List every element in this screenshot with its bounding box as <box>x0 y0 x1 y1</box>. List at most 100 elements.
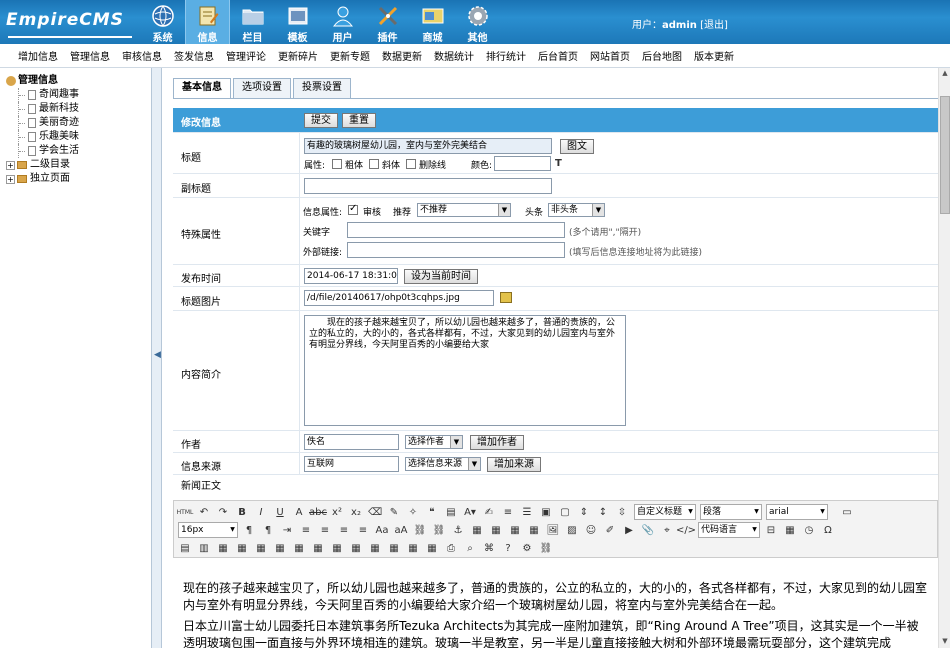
highlight-icon[interactable]: ✍ <box>482 505 496 519</box>
fullscreen-icon[interactable]: ▭ <box>840 505 854 519</box>
link-input[interactable] <box>347 242 565 258</box>
align-justify-icon[interactable]: ≡ <box>356 523 370 537</box>
attachment-icon[interactable]: 📎 <box>641 523 655 537</box>
font-color-icon[interactable]: A▾ <box>463 505 477 519</box>
keyword-input[interactable] <box>347 222 565 238</box>
split-cells-icon[interactable]: ▦ <box>387 541 401 555</box>
align-right-icon[interactable]: ≡ <box>337 523 351 537</box>
uppercase-icon[interactable]: Aa <box>375 523 389 537</box>
quote-icon[interactable]: ❝ <box>425 505 439 519</box>
merge-cells-icon[interactable]: ▦ <box>330 541 344 555</box>
editor-content[interactable]: 现在的孩子越来越宝贝了，所以幼儿园也越来越多了，普通的贵族的，公立的私立的，大的… <box>173 560 938 648</box>
merge-down-icon[interactable]: ▦ <box>368 541 382 555</box>
collapse-arrow-icon[interactable]: ◀ <box>154 350 161 360</box>
source-input[interactable]: 互联网 <box>304 456 399 472</box>
code-icon[interactable]: </> <box>676 523 696 537</box>
tree-folder[interactable]: + 独立页面 <box>6 172 151 186</box>
publish-time-input[interactable]: 2014-06-17 18:31:04 <box>304 268 398 284</box>
color-picker-icon[interactable]: T <box>555 158 567 170</box>
link-preview-icon[interactable]: ⛓ <box>539 541 553 555</box>
delete-row-icon[interactable]: ▦ <box>273 541 287 555</box>
nav-template[interactable]: 模板 <box>275 0 320 44</box>
headline-select[interactable]: 非头条 ▼ <box>548 203 605 217</box>
underline-icon[interactable]: U <box>273 505 287 519</box>
bold-icon[interactable]: B <box>235 505 249 519</box>
unlink-icon[interactable]: ⛓ <box>432 523 446 537</box>
auto-format-icon[interactable]: ✧ <box>406 505 420 519</box>
multi-image-icon[interactable]: ▨ <box>565 523 579 537</box>
tree-item[interactable]: 奇闻趣事 <box>6 88 151 102</box>
insert-table-icon[interactable]: ▦ <box>216 541 230 555</box>
ltr-icon[interactable]: ¶ <box>242 523 256 537</box>
insert-col-icon[interactable]: ▦ <box>292 541 306 555</box>
custom-title-select[interactable]: 自定义标题 ▼ <box>634 504 696 520</box>
expand-icon[interactable]: + <box>6 174 15 184</box>
subnav-data-stats[interactable]: 数据统计 <box>434 48 474 63</box>
title-pic-button[interactable]: 图文 <box>560 139 594 154</box>
subnav-version-update[interactable]: 版本更新 <box>694 48 734 63</box>
subnav-update-fragments[interactable]: 更新碎片 <box>278 48 318 63</box>
logout-link[interactable]: [退出] <box>700 20 728 31</box>
submit-button[interactable]: 提交 <box>304 113 338 128</box>
add-author-button[interactable]: 增加作者 <box>470 435 524 450</box>
subnav-rank-stats[interactable]: 排行统计 <box>486 48 526 63</box>
subnav-site-home[interactable]: 网站首页 <box>590 48 630 63</box>
nav-other[interactable]: 其他 <box>455 0 500 44</box>
rtl-icon[interactable]: ¶ <box>261 523 275 537</box>
split-rows-icon[interactable]: ▦ <box>406 541 420 555</box>
font-size-select[interactable]: 16px ▼ <box>178 522 238 538</box>
bold-checkbox[interactable] <box>332 159 342 169</box>
font-family-select[interactable]: arial ▼ <box>766 504 828 520</box>
tree-root[interactable]: 管理信息 <box>6 74 151 88</box>
title-input[interactable]: 有趣的玻璃树屋幼儿园，室内与室外完美结合 <box>304 138 552 154</box>
add-source-button[interactable]: 增加来源 <box>487 457 541 472</box>
indent-icon[interactable]: ⇥ <box>280 523 294 537</box>
source-select[interactable]: 选择信息来源 ▼ <box>405 457 481 471</box>
color-input[interactable] <box>494 156 551 171</box>
tree-item[interactable]: 乐趣美味 <box>6 130 151 144</box>
subnav-data-update[interactable]: 数据更新 <box>382 48 422 63</box>
paste-text-icon[interactable]: ▤ <box>444 505 458 519</box>
clear-doc-icon[interactable]: ▢ <box>558 505 572 519</box>
image-float-left-icon[interactable]: ▦ <box>489 523 503 537</box>
image-float-right-icon[interactable]: ▦ <box>508 523 522 537</box>
merge-right-icon[interactable]: ▦ <box>349 541 363 555</box>
unordered-list-icon[interactable]: ☰ <box>520 505 534 519</box>
reset-button[interactable]: 重置 <box>342 113 376 128</box>
title-pic-input[interactable]: /d/file/20140617/ohp0t3cqhps.jpg <box>304 290 494 306</box>
nav-user[interactable]: 用户 <box>320 0 365 44</box>
subnav-review-info[interactable]: 审核信息 <box>122 48 162 63</box>
image-upload-icon[interactable] <box>500 292 512 303</box>
tree-item[interactable]: 美丽奇迹 <box>6 116 151 130</box>
scrawl-icon[interactable]: ✐ <box>603 523 617 537</box>
author-input[interactable]: 佚名 <box>304 434 399 450</box>
nav-column[interactable]: 栏目 <box>230 0 275 44</box>
subnav-add-info[interactable]: 增加信息 <box>18 48 58 63</box>
image-center-icon[interactable]: ▦ <box>527 523 541 537</box>
scroll-down-icon[interactable]: ▼ <box>940 637 950 647</box>
subscript-icon[interactable]: x₂ <box>349 505 363 519</box>
word-image-icon[interactable]: ▤ <box>178 541 192 555</box>
undo-icon[interactable]: ↶ <box>197 505 211 519</box>
tab-options[interactable]: 选项设置 <box>233 78 291 98</box>
redo-icon[interactable]: ↷ <box>216 505 230 519</box>
emoji-icon[interactable]: ☺ <box>584 523 598 537</box>
select-all-icon[interactable]: ▣ <box>539 505 553 519</box>
help-icon[interactable]: ? <box>501 541 515 555</box>
image-icon[interactable]: 🖼 <box>546 523 560 537</box>
eraser-icon[interactable]: ⌫ <box>368 505 382 519</box>
paragraph-spacing-icon[interactable]: ⇕ <box>577 505 591 519</box>
subnav-manage-info[interactable]: 管理信息 <box>70 48 110 63</box>
nav-shop[interactable]: 商城 <box>410 0 455 44</box>
split-cols-icon[interactable]: ▦ <box>425 541 439 555</box>
video-icon[interactable]: ▶ <box>622 523 636 537</box>
italic-icon[interactable]: I <box>254 505 268 519</box>
set-current-time-button[interactable]: 设为当前时间 <box>404 269 478 284</box>
ordered-list-icon[interactable]: ≡ <box>501 505 515 519</box>
lowercase-icon[interactable]: aA <box>394 523 408 537</box>
search-replace-icon[interactable]: ⌘ <box>482 541 496 555</box>
map-icon[interactable]: ⌖ <box>660 523 674 537</box>
subnav-update-topics[interactable]: 更新专题 <box>330 48 370 63</box>
nav-plugin[interactable]: 插件 <box>365 0 410 44</box>
row-spacing-icon[interactable]: ⇳ <box>615 505 629 519</box>
